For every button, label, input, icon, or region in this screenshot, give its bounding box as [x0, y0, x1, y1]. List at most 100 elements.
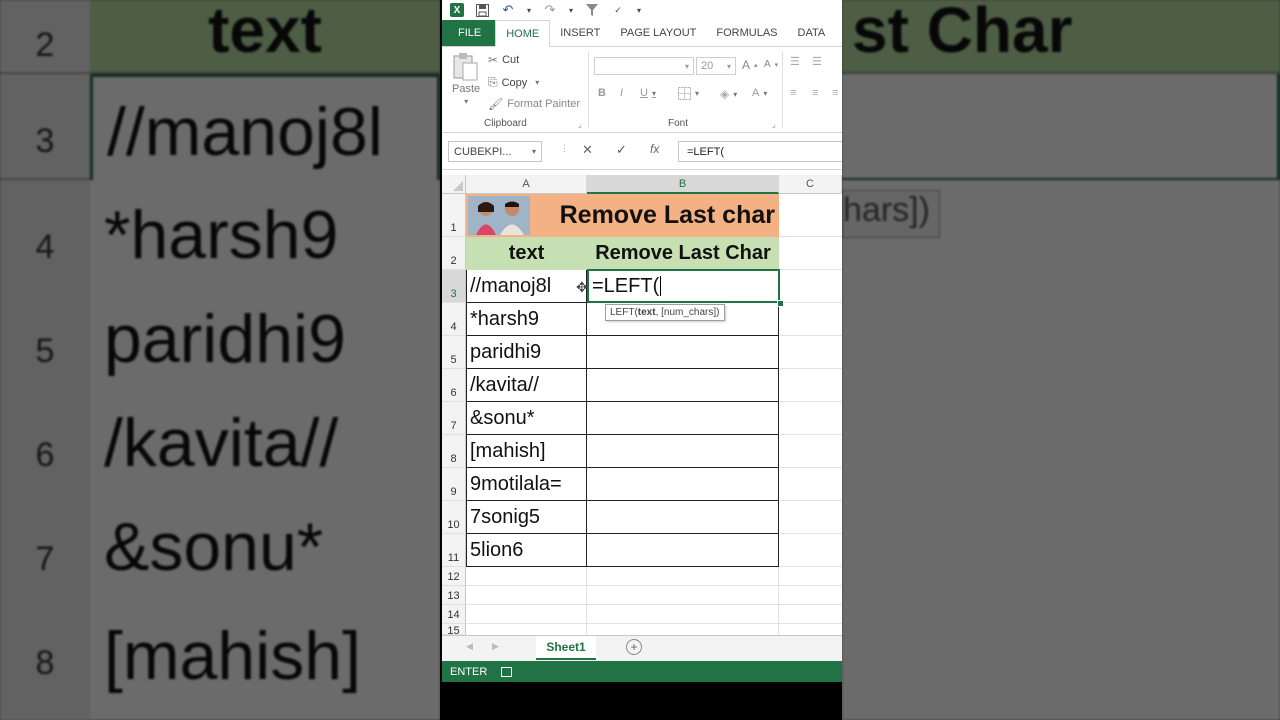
- tab-file[interactable]: FILE: [442, 20, 496, 46]
- table-cell[interactable]: //manoj8l: [466, 270, 587, 303]
- scroll-right-icon[interactable]: ▶: [492, 641, 499, 652]
- row-header-15[interactable]: 15: [442, 624, 466, 637]
- table-cell[interactable]: 9motilala=: [466, 468, 587, 501]
- scroll-left-icon[interactable]: ◀: [466, 641, 473, 652]
- font-launcher-icon[interactable]: ⌟: [772, 120, 776, 129]
- column-header-c[interactable]: C: [779, 175, 842, 194]
- tab-home[interactable]: HOME: [495, 20, 551, 47]
- macro-record-icon[interactable]: [501, 666, 513, 677]
- table-cell[interactable]: /kavita//: [466, 369, 587, 402]
- insert-function-icon[interactable]: fx: [650, 142, 659, 156]
- cell-text: 9motilala=: [470, 472, 562, 495]
- copy-icon: ⎘: [488, 75, 498, 89]
- row-header-4[interactable]: 4: [442, 303, 466, 336]
- sheet-tab-sheet1[interactable]: Sheet1: [536, 636, 596, 660]
- table-cell[interactable]: [587, 369, 779, 402]
- paste-button[interactable]: Paste ▾: [452, 53, 480, 106]
- add-sheet-icon[interactable]: +: [626, 639, 642, 655]
- table-cell[interactable]: paridhi9: [466, 336, 587, 369]
- bg-cell: [mahish]: [90, 596, 440, 720]
- function-tooltip[interactable]: LEFT(text, [num_chars]): [605, 304, 725, 321]
- tab-formulas[interactable]: FORMULAS: [706, 20, 787, 46]
- align-center-button[interactable]: ≡: [812, 87, 818, 99]
- gridline: [586, 567, 587, 635]
- row-header-6[interactable]: 6: [442, 369, 466, 402]
- save-icon[interactable]: [474, 3, 490, 17]
- sheet-tab-bar: ◀ ▶ Sheet1 +: [442, 635, 842, 662]
- gridline: [779, 533, 842, 534]
- spelling-icon[interactable]: ✓: [610, 3, 626, 17]
- row-header-2[interactable]: 2: [442, 237, 466, 270]
- formula-input[interactable]: =LEFT(: [678, 141, 842, 162]
- row-header-8[interactable]: 8: [442, 435, 466, 468]
- table-cell[interactable]: [mahish]: [466, 435, 587, 468]
- font-name-box[interactable]: ▾: [594, 57, 694, 75]
- fill-color-button[interactable]: ◈ ▾: [720, 87, 737, 101]
- gridline: [779, 566, 842, 567]
- table-cell[interactable]: &sonu*: [466, 402, 587, 435]
- cut-button[interactable]: ✂ Cut: [488, 53, 519, 67]
- formula-bar: CUBEKPI... ▾ ⋮ ✕ ✓ fx =LEFT(: [442, 133, 842, 170]
- table-cell[interactable]: *harsh9: [466, 303, 587, 336]
- format-painter-button[interactable]: 🖌 Format Painter: [488, 97, 580, 111]
- select-all-corner[interactable]: [442, 175, 466, 194]
- borders-button[interactable]: ▾: [678, 87, 699, 100]
- active-cell-editor[interactable]: =LEFT(: [587, 269, 780, 303]
- bg-row-number: 2: [0, 0, 90, 73]
- row-header-12[interactable]: 12: [442, 567, 466, 586]
- clipboard-launcher-icon[interactable]: ⌟: [578, 120, 582, 129]
- enter-icon[interactable]: ✓: [616, 142, 627, 158]
- cut-label: Cut: [502, 54, 520, 66]
- underline-button[interactable]: U ▾: [640, 87, 656, 99]
- tab-insert[interactable]: INSERT: [550, 20, 610, 46]
- row-header-3[interactable]: 3: [442, 270, 466, 303]
- align-top-button[interactable]: ☰: [790, 55, 800, 68]
- tab-page-layout[interactable]: PAGE LAYOUT: [610, 20, 706, 46]
- table-cell[interactable]: [587, 402, 779, 435]
- paste-label: Paste: [452, 83, 481, 95]
- align-left-button[interactable]: ≡: [790, 87, 796, 99]
- row-header-14[interactable]: 14: [442, 605, 466, 624]
- grow-font-button[interactable]: A ▴: [742, 58, 758, 72]
- align-left-icon: ≡: [790, 87, 797, 99]
- cancel-icon[interactable]: ✕: [582, 142, 593, 158]
- tab-data[interactable]: DATA: [788, 20, 836, 46]
- table-cell[interactable]: [587, 435, 779, 468]
- table-cell[interactable]: 5lion6: [466, 534, 587, 567]
- gridline: [466, 585, 842, 586]
- header-cell-text[interactable]: text: [466, 237, 587, 270]
- redo-icon[interactable]: ↷: [542, 2, 558, 17]
- row-header-9[interactable]: 9: [442, 468, 466, 501]
- row-header-11[interactable]: 11: [442, 534, 466, 567]
- table-cell[interactable]: 7sonig5: [466, 501, 587, 534]
- shrink-font-button[interactable]: A ▾: [764, 59, 778, 70]
- undo-icon[interactable]: ↶: [500, 2, 516, 17]
- undo-dropdown-icon[interactable]: ▾: [526, 3, 532, 17]
- row-header-7[interactable]: 7: [442, 402, 466, 435]
- table-cell[interactable]: [587, 534, 779, 567]
- header-cell-remove-last-char[interactable]: Remove Last Char: [587, 237, 779, 270]
- font-color-icon: A: [752, 87, 760, 99]
- copy-button[interactable]: ⎘ Copy ▾: [488, 75, 539, 90]
- font-size-box[interactable]: 20 ▾: [696, 57, 736, 75]
- column-header-a[interactable]: A: [466, 175, 587, 194]
- row-header-5[interactable]: 5: [442, 336, 466, 369]
- bold-button[interactable]: B: [598, 87, 606, 99]
- table-cell[interactable]: [587, 336, 779, 369]
- redo-dropdown-icon[interactable]: ▾: [568, 3, 574, 17]
- fill-handle[interactable]: [777, 300, 784, 307]
- row-header-1[interactable]: 1: [442, 194, 466, 237]
- customize-qat-icon[interactable]: ▾: [636, 3, 642, 17]
- filter-icon[interactable]: [584, 3, 600, 17]
- row-header-10[interactable]: 10: [442, 501, 466, 534]
- table-cell[interactable]: [587, 468, 779, 501]
- row-header-13[interactable]: 13: [442, 586, 466, 605]
- column-header-b[interactable]: B: [587, 175, 779, 194]
- table-cell[interactable]: [587, 501, 779, 534]
- align-middle-button[interactable]: ☰: [812, 55, 822, 68]
- align-right-button[interactable]: ≡: [832, 87, 838, 99]
- font-color-button[interactable]: A ▾: [752, 87, 767, 99]
- worksheet-grid[interactable]: A B C 1 2 3 4 5 6 7 8 9 10 11 12 13 14 1…: [442, 175, 842, 637]
- italic-button[interactable]: I: [620, 87, 623, 99]
- name-box[interactable]: CUBEKPI... ▾: [448, 141, 542, 162]
